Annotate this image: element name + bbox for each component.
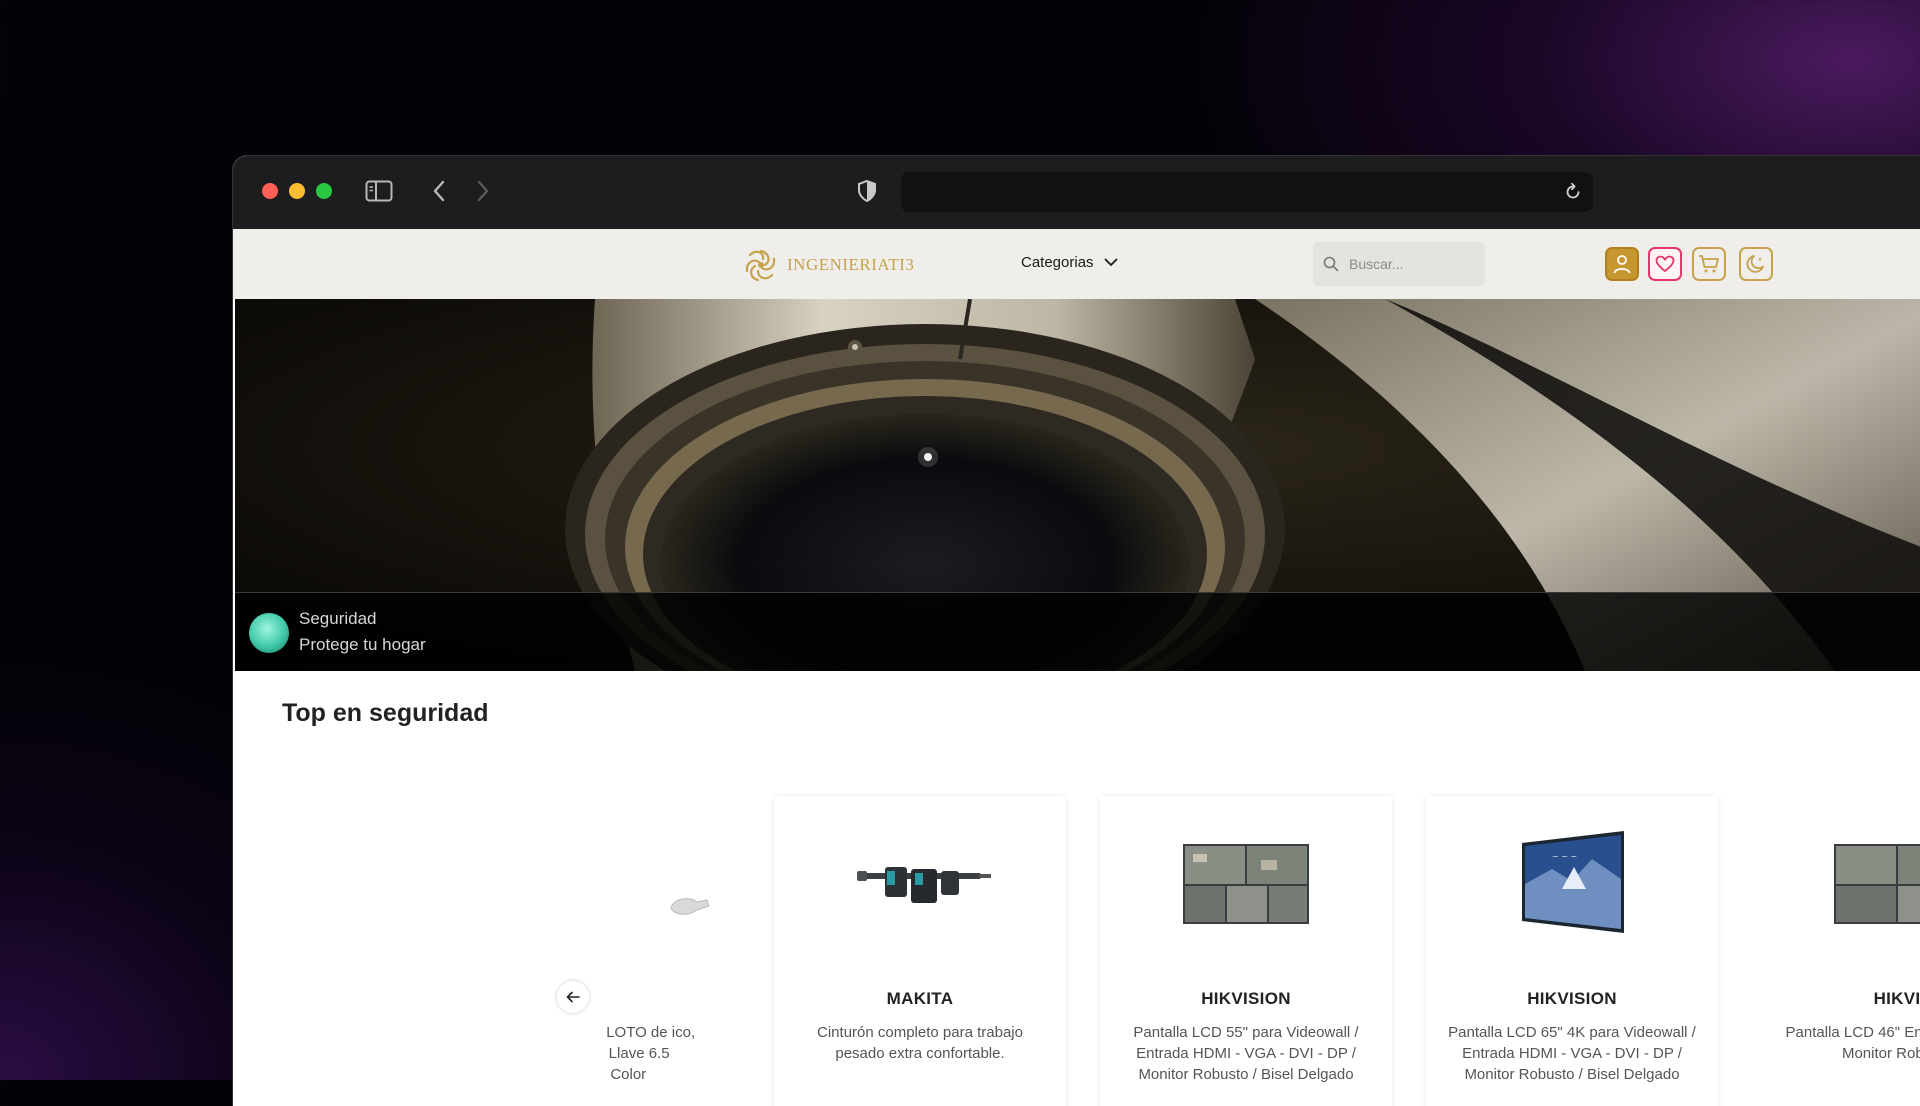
product-description: ueo LOTO de ico, Con Llave 6.5 mm, Color [605, 1024, 696, 1083]
shield-icon[interactable] [853, 178, 881, 204]
product-card[interactable]: HIKVI Pantalla LCD 46" Entrada HDMI - Mo… [1751, 796, 1920, 1106]
address-bar[interactable] [901, 172, 1593, 212]
heart-icon [1655, 255, 1675, 273]
product-description: Cinturón completo para trabajo pesado ex… [817, 1024, 1023, 1062]
product-brand: HIKVI [1873, 989, 1920, 1008]
browser-window: INGENIERIATI3 Categorias Buscar... Segur… [233, 156, 1920, 1106]
search-box[interactable] [1313, 242, 1485, 286]
cart-icon [1699, 255, 1719, 273]
categories-label: Categorias [1021, 254, 1094, 271]
search-input[interactable] [1347, 255, 1471, 273]
hero-caption: Seguridad Protege tu hogar [235, 592, 1920, 671]
svg-text:~ ~ ~: ~ ~ ~ [1552, 852, 1577, 861]
product-description: Pantalla LCD 55" para Videowall / Entrad… [1133, 1024, 1359, 1083]
site-logo[interactable]: INGENIERIATI3 [741, 245, 914, 285]
product-brand: UIT [605, 989, 739, 1009]
browser-toolbar [233, 156, 1920, 229]
product-description: Pantalla LCD 65" 4K para Videowall / Ent… [1448, 1024, 1696, 1083]
chevron-right-icon[interactable] [469, 178, 497, 204]
hero-banner[interactable]: Seguridad Protege tu hogar [235, 299, 1920, 671]
logo-text: INGENIERIATI3 [787, 255, 915, 274]
product-brand: HIKVISION [1527, 989, 1617, 1008]
moon-icon [1746, 255, 1764, 273]
product-card[interactable]: MAKITA Cinturón completo para trabajo pe… [774, 796, 1066, 1106]
product-card-clip-right: HIKVI Pantalla LCD 46" Entrada HDMI - Mo… [1751, 796, 1920, 1106]
user-icon [1613, 255, 1631, 274]
theme-toggle-button[interactable] [1739, 247, 1773, 281]
product-brand: MAKITA [886, 989, 954, 1008]
reload-icon[interactable] [1563, 182, 1583, 202]
section-title: Top en seguridad [282, 699, 489, 727]
category-badge-icon [249, 613, 289, 653]
carousel-prev-button[interactable] [557, 981, 589, 1013]
product-image: ~ ~ ~ [1426, 821, 1718, 946]
logo-emblem-icon [745, 249, 776, 282]
wishlist-button[interactable] [1648, 247, 1682, 281]
account-button[interactable] [1605, 247, 1639, 281]
product-brand: HIKVISION [1201, 989, 1291, 1008]
product-card[interactable]: UIT ueo LOTO de ico, Con Llave 6.5 mm, C… [605, 796, 739, 1106]
product-image [774, 821, 1066, 946]
product-card[interactable]: ~ ~ ~ HIKVISION Pantalla LCD 65" 4K para… [1426, 796, 1718, 1106]
chevron-down-icon [1104, 258, 1117, 266]
product-card[interactable]: HIKVISION Pantalla LCD 55" para Videowal… [1100, 796, 1392, 1106]
arrow-left-icon [566, 991, 580, 1003]
site-header: INGENIERIATI3 Categorias [233, 229, 1920, 299]
product-image [1751, 821, 1920, 946]
hero-subtitle: Protege tu hogar [299, 635, 426, 654]
product-image [605, 821, 739, 946]
minimize-window-button[interactable] [289, 183, 305, 199]
product-card-clip-left: UIT ueo LOTO de ico, Con Llave 6.5 mm, C… [605, 796, 739, 1106]
zoom-window-button[interactable] [316, 183, 332, 199]
categories-menu[interactable]: Categorias [1021, 254, 1118, 271]
sidebar-icon[interactable] [365, 178, 393, 204]
hero-title: Seguridad [299, 609, 377, 628]
cart-button[interactable] [1692, 247, 1726, 281]
product-description: Pantalla LCD 46" Entrada HDMI - Monitor … [1785, 1024, 1920, 1062]
chevron-left-icon[interactable] [425, 178, 453, 204]
product-image [1100, 821, 1392, 946]
close-window-button[interactable] [262, 183, 278, 199]
search-icon [1323, 256, 1339, 272]
